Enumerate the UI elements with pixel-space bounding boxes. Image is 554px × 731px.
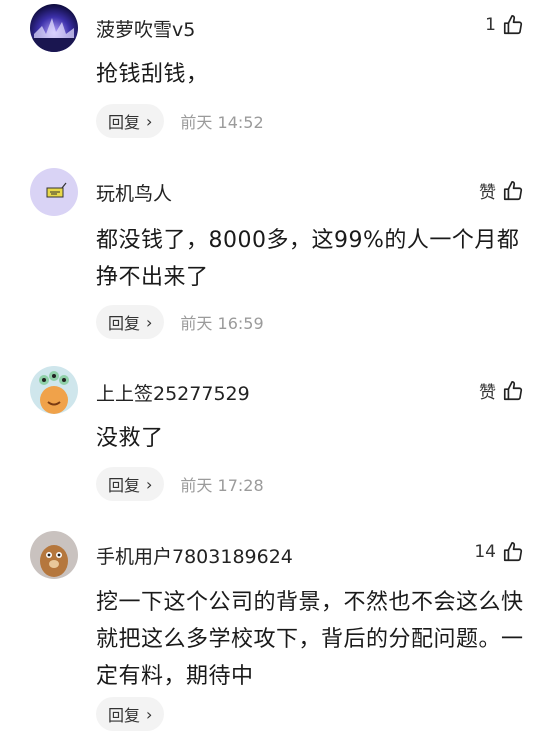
avatar[interactable] xyxy=(30,366,78,414)
comment-text: 都没钱了，8000多，这99%的人一个月都挣不出来了 xyxy=(96,228,520,290)
comment-item: 玩机鸟人 赞 都没钱了，8000多，这99%的人一个月都挣不出来了 回复 › 前… xyxy=(0,160,554,360)
thumbs-up-icon xyxy=(502,14,524,36)
chevron-right-icon: › xyxy=(146,474,153,494)
like-count: 14 xyxy=(474,542,496,562)
reply-button[interactable]: 回复 › xyxy=(96,467,165,501)
like-count: 赞 xyxy=(479,183,496,203)
reply-button[interactable]: 回复 › xyxy=(96,305,165,339)
username[interactable]: 手机用户7803189624 xyxy=(96,542,293,569)
chevron-right-icon: › xyxy=(146,111,153,131)
comment-list: 菠萝吹雪v5 1 抢钱刮钱， 回复 › 前天 14:52 玩机鸟人 赞 都没钱了… xyxy=(0,0,554,731)
chevron-right-icon: › xyxy=(146,704,153,724)
comment-text: 抢钱刮钱， xyxy=(96,62,209,87)
avatar[interactable] xyxy=(30,531,78,579)
comment-text: 没救了 xyxy=(96,426,164,451)
comment-text: 挖一下这个公司的背景，不然也不会这么快就把这么多学校攻下，背后的分配问题。一定有… xyxy=(96,590,524,689)
reply-label: 回复 xyxy=(108,113,141,132)
comment-item: 菠萝吹雪v5 1 抢钱刮钱， 回复 › 前天 14:52 xyxy=(0,0,554,160)
comment-item: 手机用户7803189624 14 挖一下这个公司的背景，不然也不会这么快就把这… xyxy=(0,525,554,731)
like-button[interactable]: 赞 xyxy=(479,178,524,203)
reply-button[interactable]: 回复 › xyxy=(96,104,165,138)
reply-label: 回复 xyxy=(108,476,141,495)
timestamp: 前天 14:52 xyxy=(180,113,264,132)
reply-label: 回复 xyxy=(108,314,141,333)
username[interactable]: 玩机鸟人 xyxy=(96,179,172,206)
comment-meta: 回复 › 前天 16:59 xyxy=(96,305,264,339)
chevron-right-icon: › xyxy=(146,312,153,332)
reply-button[interactable]: 回复 › xyxy=(96,697,165,731)
like-button[interactable]: 14 xyxy=(474,541,524,563)
timestamp: 前天 16:59 xyxy=(180,314,264,333)
like-count: 1 xyxy=(485,15,496,35)
reply-label: 回复 xyxy=(108,706,141,725)
thumbs-up-icon xyxy=(502,541,524,563)
timestamp: 前天 17:28 xyxy=(180,476,264,495)
username[interactable]: 菠萝吹雪v5 xyxy=(96,15,195,42)
comment-meta: 回复 › 前天 14:52 xyxy=(96,104,264,138)
thumbs-up-icon xyxy=(502,180,524,202)
comment-meta: 回复 › 前天 17:28 xyxy=(96,467,264,501)
like-count: 赞 xyxy=(479,383,496,403)
like-button[interactable]: 赞 xyxy=(479,378,524,403)
avatar[interactable] xyxy=(30,168,78,216)
thumbs-up-icon xyxy=(502,380,524,402)
like-button[interactable]: 1 xyxy=(485,14,524,36)
comment-item: 上上签25277529 赞 没救了 回复 › 前天 17:28 xyxy=(0,360,554,525)
comment-meta: 回复 › xyxy=(96,697,165,731)
username[interactable]: 上上签25277529 xyxy=(96,379,250,406)
avatar[interactable] xyxy=(30,4,78,52)
